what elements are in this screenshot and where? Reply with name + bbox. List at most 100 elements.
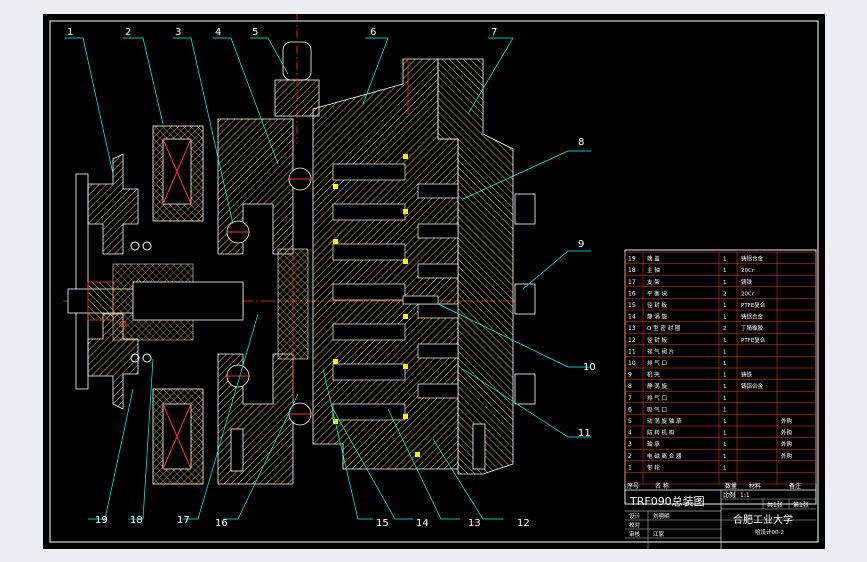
reviewer-name: 江家 xyxy=(653,530,665,538)
drawing-title: TRF090总装图 xyxy=(629,494,705,508)
scale-label: 比例 xyxy=(723,491,735,499)
discharge-port xyxy=(402,295,439,305)
callout-9: 9 xyxy=(578,239,584,250)
parts-list-cell-name: 静 涡 旋 xyxy=(647,382,667,390)
parts-list-cell-name: 支 架 xyxy=(647,278,660,286)
parts-list-cell-qty: 1 xyxy=(723,280,727,286)
callout-2: 2 xyxy=(125,27,131,38)
parts-list-cell-no: 17 xyxy=(628,279,636,286)
parts-list-cell-name: 静 涡 旋 xyxy=(647,313,667,321)
parts-list-cell-name: 排 气 阀 片 xyxy=(647,347,674,355)
callout-1: 1 xyxy=(67,27,73,38)
header-name: 名 称 xyxy=(655,482,669,490)
parts-list-cell-qty: 2 xyxy=(723,291,727,297)
parts-list-cell-no: 10 xyxy=(628,360,636,367)
pulley-rim xyxy=(75,173,89,390)
parts-list-cell-name: 平 衡 块 xyxy=(647,289,667,297)
rear-bolt-upper xyxy=(514,193,536,225)
parts-list-cell-name: 机 壳 xyxy=(647,371,660,379)
parts-list: 19 端 盖 1 铸铝合金18 主 轴 1 20Cr17 支 架 1 铸铁16 平 衡 块 2 20Cr… xyxy=(624,249,817,549)
designer-label: 设计 xyxy=(629,512,641,520)
parts-list-cell-no: 8 xyxy=(628,383,632,390)
parts-list-cell-name: 带 轮 xyxy=(647,463,660,471)
callout-6: 6 xyxy=(370,27,376,38)
parts-list-cell-no: 3 xyxy=(628,441,632,448)
parts-list-cell-qty: 1 xyxy=(723,431,727,437)
parts-list-cell-material: PTFE复合 xyxy=(741,336,766,344)
parts-list-cell-material: 丁腈橡胶 xyxy=(741,324,764,332)
pulley-upper xyxy=(87,153,139,255)
parts-list-cell-no: 11 xyxy=(628,348,636,355)
parts-list-cell-no: 16 xyxy=(628,290,636,297)
parts-list-cell-no: 18 xyxy=(628,267,636,274)
callout-5: 5 xyxy=(252,27,258,38)
sheet-number: 第1张 xyxy=(793,501,809,509)
parts-list-cell-name: 排 气 口 xyxy=(647,359,667,367)
parts-list-cell-no: 2 xyxy=(628,453,632,460)
parts-list-cell-no: 19 xyxy=(628,256,636,263)
parts-list-cell-qty: 1 xyxy=(723,361,727,367)
drawing-canvas: 1 2 3 4 5 6 7 8 9 10 11 12 13 14 15 16 1… xyxy=(43,14,825,549)
parts-list-cell-qty: 1 xyxy=(723,407,727,413)
callout-7: 7 xyxy=(491,27,497,38)
checker-label: 校对 xyxy=(629,521,641,529)
header-qty: 数量 xyxy=(725,482,737,490)
parts-list-cell-qty: 1 xyxy=(723,442,727,448)
parts-list-cell-no: 1 xyxy=(628,464,632,471)
parts-list-cell-note: 外购 xyxy=(781,440,793,448)
callout-12: 12 xyxy=(517,518,530,529)
parts-list-cell-name: 电 磁 离 合 器 xyxy=(647,452,682,460)
rear-bolt-lower xyxy=(514,373,536,405)
parts-list-cell-material: 铸铁 xyxy=(741,278,753,286)
school-name: 合肥工业大学 xyxy=(733,513,793,526)
parts-list-cell-material: 20Cr xyxy=(741,291,755,297)
header-note: 备注 xyxy=(789,482,801,490)
parts-list-cell-qty: 1 xyxy=(723,454,727,460)
parts-list-cell-name: 主 轴 xyxy=(647,266,660,274)
parts-list-cell-note: 外购 xyxy=(781,417,793,425)
parts-list-cell-note: 外购 xyxy=(781,452,793,460)
scale-value: 1:1 xyxy=(740,492,750,499)
compressor-section xyxy=(63,14,536,485)
parts-list-cell-name: 吸 气 口 xyxy=(647,405,667,413)
callout-18: 18 xyxy=(130,515,143,526)
parts-list-cell-name: O 型 密 封 圈 xyxy=(647,324,681,332)
parts-list-cell-name: 动 涡 旋 轴 承 xyxy=(647,417,682,425)
parts-list-cell-material: 铸铝合金 xyxy=(741,382,764,390)
drawing-number: 哈设计00-2 xyxy=(755,528,784,536)
parts-list-cell-material: 铸铝合金 xyxy=(741,313,764,321)
designer-name: 刘明明 xyxy=(653,512,670,520)
parts-list-cell-note: 外购 xyxy=(781,429,793,437)
parts-list-cell-qty: 1 xyxy=(723,303,727,309)
callout-19: 19 xyxy=(95,515,108,526)
parts-list-cell-qty: 1 xyxy=(723,419,727,425)
parts-list-cell-no: 4 xyxy=(628,430,632,437)
header-material: 材料 xyxy=(749,482,761,490)
parts-list-cell-material: 铸铁 xyxy=(741,371,753,379)
parts-list-cell-no: 7 xyxy=(628,395,632,402)
parts-list-cell-material: 铸铝合金 xyxy=(741,255,764,263)
callout-16: 16 xyxy=(215,518,228,529)
shaft-nut xyxy=(87,281,114,321)
callout-4: 4 xyxy=(215,27,221,38)
parts-list-cell-no: 12 xyxy=(628,337,636,344)
parts-list-cell-no: 13 xyxy=(628,325,636,332)
callout-10: 10 xyxy=(583,362,596,373)
callout-3: 3 xyxy=(175,27,181,38)
callout-17: 17 xyxy=(177,515,190,526)
rear-bolt-middle xyxy=(514,283,536,315)
parts-list-cell-no: 6 xyxy=(628,406,632,413)
parts-list-cell-material: 20Cr xyxy=(741,268,755,274)
parts-list-cell-no: 15 xyxy=(628,302,636,309)
parts-list-cell-name: 排 气 口 xyxy=(647,394,667,402)
parts-list-cell-qty: 1 xyxy=(723,315,727,321)
parts-list-cell-qty: 1 xyxy=(723,349,727,355)
parts-list-cell-qty: 2 xyxy=(723,326,727,332)
parts-list-cell-qty: 1 xyxy=(723,465,727,471)
parts-list-cell-qty: 1 xyxy=(723,257,727,263)
parts-list-cell-name: 防 转 机 构 xyxy=(647,429,675,437)
eccentric-bushing xyxy=(277,248,309,360)
header-no: 序号 xyxy=(627,482,639,490)
parts-list-cell-name: 端 盖 xyxy=(647,255,660,263)
parts-list-cell-no: 14 xyxy=(628,314,636,321)
